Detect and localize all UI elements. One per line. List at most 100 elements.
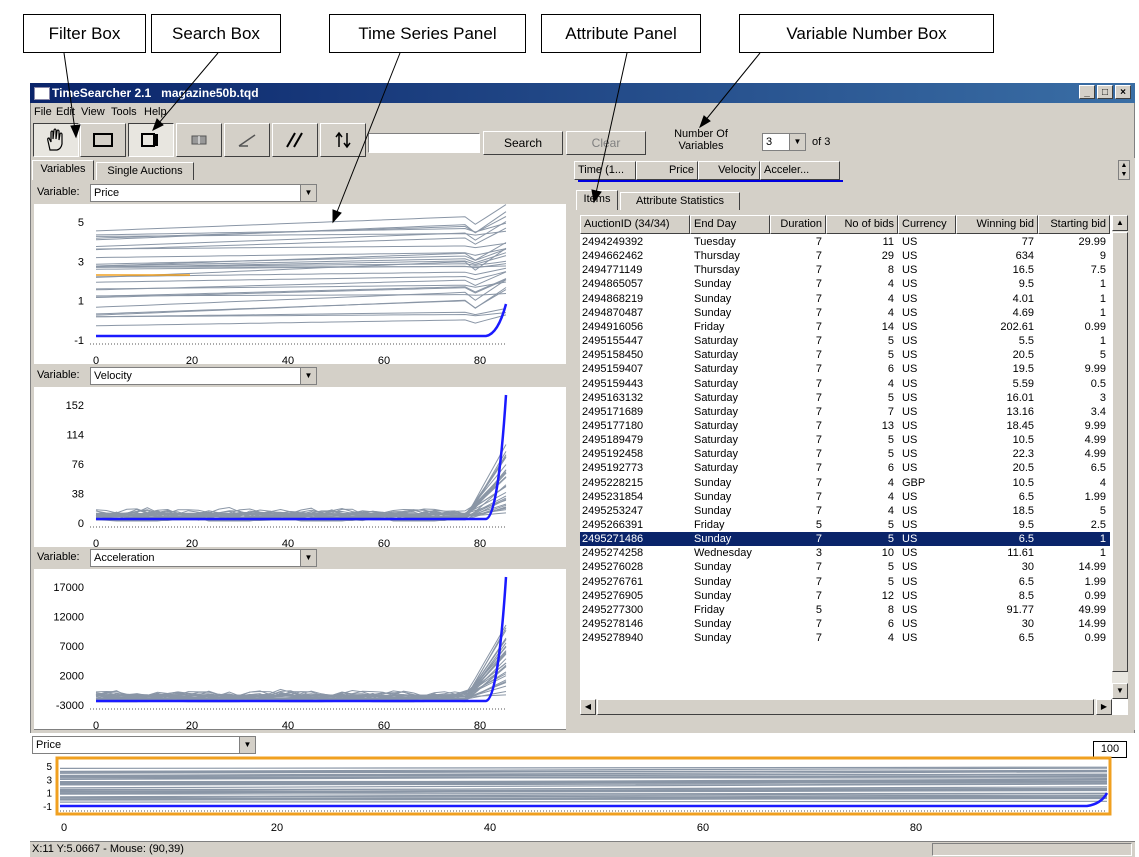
hand-tool-button[interactable] [33,123,79,157]
y-tick-label: 5 [78,217,84,229]
close-button[interactable]: × [1115,85,1131,99]
minimize-button[interactable]: _ [1079,85,1095,99]
number-of-variables-select[interactable]: 3 ▼ [762,133,806,151]
table-cell: Saturday [694,462,739,475]
table-row[interactable]: 2494249392 Tuesday 7 11 US 77 29.99 [580,236,1110,250]
menu-view[interactable]: View [81,106,105,118]
table-row[interactable]: 2494870487 Sunday 7 4 US 4.69 1 [580,307,1110,321]
table-cell: 10 [881,547,894,560]
x-tick-label: 80 [474,355,486,364]
table-cell: 2495271486 [582,533,644,546]
time-series-chart-0[interactable]: 5 3 1 -1 0 20 40 60 80 [34,204,566,364]
menu-edit[interactable]: Edit [56,106,75,118]
table-column-header[interactable]: End Day [690,215,770,234]
table-row[interactable]: 2495253247 Sunday 7 4 US 18.5 5 [580,505,1110,519]
table-row[interactable]: 2495276028 Sunday 7 5 US 30 14.99 [580,561,1110,575]
table-cell: Saturday [694,405,739,418]
scrollbar-thumb[interactable] [597,699,1094,715]
tab-single-auctions[interactable]: Single Auctions [96,162,194,180]
time-series-chart-2[interactable]: 17000 12000 7000 2000 -3000 0 20 40 60 80 [34,569,566,729]
table-row[interactable]: 2495158450 Saturday 7 5 US 20.5 5 [580,349,1110,363]
attribute-column-header[interactable]: Acceler... [760,161,840,180]
table-cell: 9 [1099,250,1106,263]
variable-select-1[interactable]: Velocity ▼ [90,367,317,385]
series-line [96,476,507,516]
parallel-query-tool-button[interactable] [272,123,318,157]
table-row[interactable]: 2495192773 Saturday 7 6 US 20.5 6.5 [580,462,1110,476]
timebox-tool-button[interactable] [80,123,126,157]
table-cell: Sunday [694,292,732,305]
table-row[interactable]: 2495228215 Sunday 7 4 GBP 10.5 4 [580,477,1110,491]
search-button[interactable]: Search [483,131,563,155]
callout-time-series-panel: Time Series Panel [329,14,526,53]
table-row[interactable]: 2495155447 Saturday 7 5 US 5.5 1 [580,335,1110,349]
scroll-left-icon[interactable]: ◀ [580,699,596,715]
table-row[interactable]: 2495159443 Saturday 7 4 US 5.59 0.5 [580,378,1110,392]
table-row[interactable]: 2495276761 Sunday 7 5 US 6.5 1.99 [580,576,1110,590]
table-row[interactable]: 2495278940 Sunday 7 4 US 6.5 0.99 [580,632,1110,646]
maximize-button[interactable]: □ [1097,85,1113,99]
table-row[interactable]: 2495274258 Wednesday 3 10 US 11.61 1 [580,547,1110,561]
scroll-up-icon[interactable]: ▲ [1112,215,1128,231]
table-row[interactable]: 2495189479 Saturday 7 5 US 10.5 4.99 [580,434,1110,448]
table-column-header[interactable]: Starting bid [1038,215,1110,234]
attribute-range-bar [578,180,843,182]
search-box-tool-button[interactable] [128,123,174,157]
table-cell: US [902,320,918,333]
table-row[interactable]: 2495231854 Sunday 7 4 US 6.5 1.99 [580,491,1110,505]
variable-select-2[interactable]: Acceleration ▼ [90,549,317,567]
menu-tools[interactable]: Tools [111,106,137,118]
clear-button[interactable]: Clear [566,131,646,155]
table-row[interactable]: 2495276905 Sunday 7 12 US 8.5 0.99 [580,590,1110,604]
table-row[interactable]: 2494662462 Thursday 7 29 US 634 9 [580,250,1110,264]
attr-top-scroll[interactable]: ▲ ▼ [1118,160,1130,180]
table-row[interactable]: 2494865057 Sunday 7 4 US 9.5 1 [580,278,1110,292]
angular-query-tool-button[interactable] [224,123,270,157]
table-row[interactable]: 2495277300 Friday 5 8 US 91.77 49.99 [580,604,1110,618]
scroll-down-icon[interactable]: ▼ [1112,683,1128,699]
table-row[interactable]: 2495171689 Saturday 7 7 US 13.16 3.4 [580,406,1110,420]
tab-variables[interactable]: Variables [32,160,94,180]
menu-help[interactable]: Help [144,106,167,118]
table-row[interactable]: 2495266391 Friday 5 5 US 9.5 2.5 [580,519,1110,533]
variable-select-0[interactable]: Price ▼ [90,184,317,202]
table-vertical-scrollbar[interactable]: ▲ ▼ [1112,215,1128,699]
scrollbar-thumb[interactable] [1112,232,1128,672]
table-column-header[interactable]: No of bids [826,215,898,234]
table-column-header[interactable]: Winning bid [956,215,1038,234]
table-row[interactable]: 2495192458 Saturday 7 5 US 22.3 4.99 [580,448,1110,462]
table-horizontal-scrollbar[interactable]: ◀ ▶ [580,699,1112,715]
number-of-variables-total: of 3 [812,136,831,148]
table-column-header[interactable]: AuctionID (34/34) [580,215,690,234]
table-row[interactable]: 2494916056 Friday 7 14 US 202.61 0.99 [580,321,1110,335]
table-row[interactable]: 2495177180 Saturday 7 13 US 18.45 9.99 [580,420,1110,434]
attribute-column-header[interactable]: Time (1... [574,161,636,180]
series-line [95,627,507,702]
table-row[interactable]: 2495159407 Saturday 7 6 US 19.5 9.99 [580,363,1110,377]
table-column-header[interactable]: Duration [770,215,826,234]
table-row[interactable]: 2495278146 Sunday 7 6 US 30 14.99 [580,618,1110,632]
table-cell: 13 [881,419,894,432]
scroll-right-icon[interactable]: ▶ [1096,699,1112,715]
tab-items[interactable]: Items [576,190,618,210]
table-row[interactable]: 2495271486 Sunday 7 5 US 6.5 1 [580,533,1110,547]
attribute-column-header[interactable]: Price [636,161,698,180]
table-cell: 2494868219 [582,292,644,305]
attribute-column-header[interactable]: Velocity [698,161,760,180]
time-series-chart-1[interactable]: 152 114 76 38 0 0 20 40 60 80 [34,387,566,547]
table-cell: 2495155447 [582,335,644,348]
overview-variable-select[interactable]: Price ▼ [32,736,256,754]
search-input[interactable] [368,133,480,153]
table-row[interactable]: 2495163132 Saturday 7 5 US 16.01 3 [580,392,1110,406]
table-cell: US [902,264,918,277]
variable-timebox-tool-button[interactable] [176,123,222,157]
table-cell: 6 [887,618,894,631]
leader-lagger-tool-button[interactable] [320,123,366,157]
table-cell: 18.45 [1006,419,1034,432]
table-cell: 634 [1015,250,1034,263]
table-row[interactable]: 2494771149 Thursday 7 8 US 16.5 7.5 [580,264,1110,278]
table-row[interactable]: 2494868219 Sunday 7 4 US 4.01 1 [580,293,1110,307]
tab-attribute-statistics[interactable]: Attribute Statistics [620,192,740,210]
table-column-header[interactable]: Currency [898,215,956,234]
menu-file[interactable]: File [34,106,52,118]
